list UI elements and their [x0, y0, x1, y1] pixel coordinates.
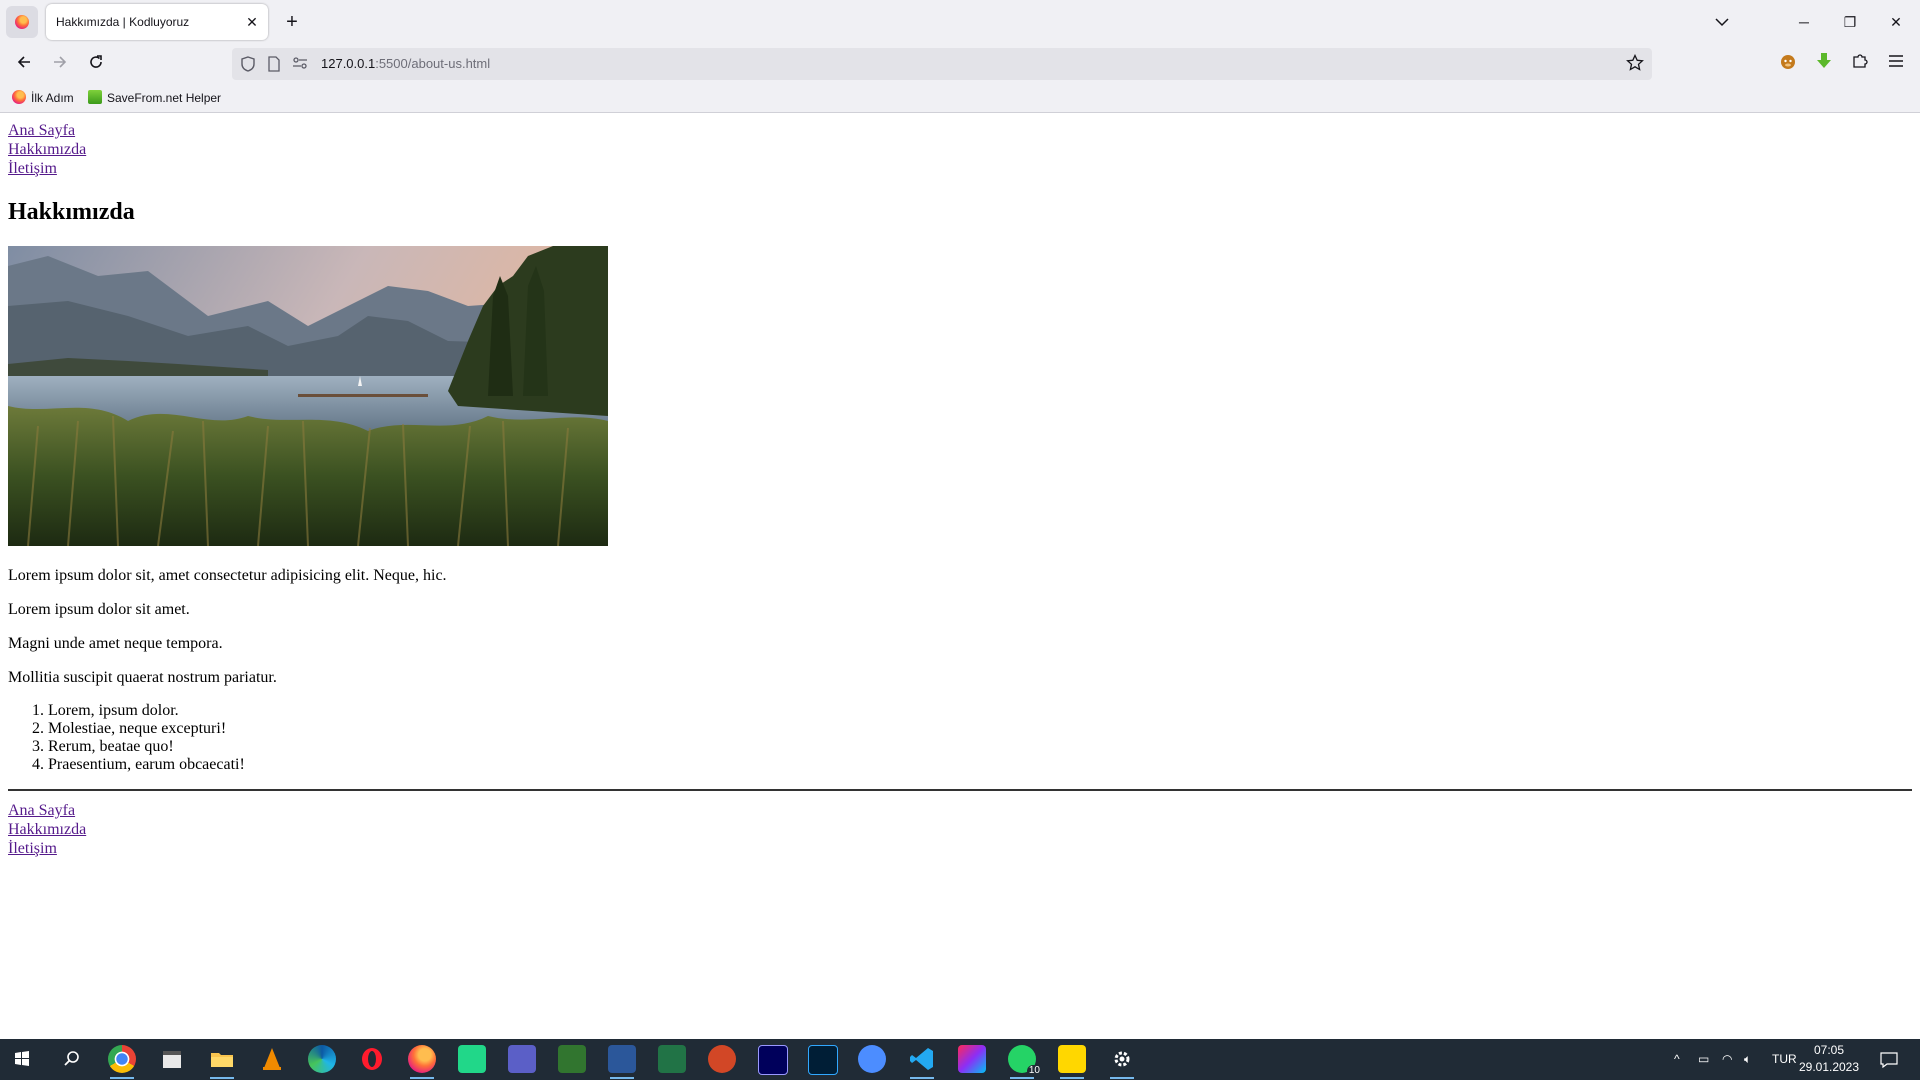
ordered-list: Lorem, ipsum dolor. Molestiae, neque exc… [8, 702, 245, 774]
taskbar-clock[interactable]: 07:05 29.01.2023 [1794, 1042, 1864, 1076]
url-host: 127.0.0.1 [321, 56, 376, 71]
paragraph-2: Lorem ipsum dolor sit amet. [8, 601, 190, 618]
powerpoint-icon[interactable] [708, 1045, 736, 1073]
intellij-icon[interactable] [958, 1045, 986, 1073]
whatsapp-icon[interactable]: 10 [1008, 1045, 1042, 1079]
notifications-icon[interactable] [1880, 1039, 1898, 1080]
settings-gear-icon[interactable] [1108, 1045, 1136, 1079]
extensions-puzzle-icon[interactable] [1848, 52, 1872, 76]
premiere-icon[interactable] [758, 1045, 788, 1075]
paragraph-4: Mollitia suscipit quaerat nostrum pariat… [8, 669, 277, 686]
pycharm-icon[interactable] [458, 1045, 486, 1073]
list-item: Molestiae, neque excepturi! [48, 720, 245, 738]
minimize-button[interactable]: ─ [1784, 6, 1824, 38]
bookmark-label: İlk Adım [31, 91, 74, 105]
notification-badge: 10 [1026, 1065, 1042, 1077]
clock-time: 07:05 [1813, 1043, 1845, 1057]
clock-date: 29.01.2023 [1798, 1060, 1860, 1074]
firefox-view-button[interactable] [6, 6, 38, 38]
url-text[interactable]: 127.0.0.1:5500/about-us.html [321, 48, 490, 80]
firefox-icon[interactable] [408, 1045, 436, 1079]
windows-taskbar: 10 ^ ▭ ◠ 🔈︎ TUR 07:05 29.01.2023 [0, 1039, 1920, 1080]
paragraph-1: Lorem ipsum dolor sit, amet consectetur … [8, 567, 447, 584]
back-button[interactable] [10, 50, 38, 78]
reload-button[interactable] [82, 50, 110, 78]
extension-monkey-icon[interactable] [1776, 52, 1800, 76]
search-icon[interactable] [58, 1045, 86, 1073]
volume-icon[interactable]: 🔈︎ [1744, 1039, 1751, 1080]
permissions-icon[interactable] [292, 56, 308, 72]
hamburger-menu-icon[interactable] [1884, 52, 1908, 76]
teams-icon[interactable] [508, 1045, 536, 1073]
close-window-button[interactable]: ✕ [1876, 6, 1916, 38]
lake-landscape-image [8, 246, 608, 546]
shield-icon[interactable] [240, 56, 256, 72]
paragraph-3: Magni unde amet neque tempora. [8, 635, 223, 652]
bookmarks-toolbar: İlk Adım SaveFrom.net Helper [0, 84, 1920, 113]
forward-button[interactable] [46, 50, 74, 78]
word-icon[interactable] [608, 1045, 636, 1079]
chrome-icon[interactable] [108, 1045, 136, 1079]
bookmark-savefrom[interactable]: SaveFrom.net Helper [88, 90, 221, 106]
divider [8, 789, 1912, 791]
signal-icon[interactable] [858, 1045, 886, 1073]
vlc-icon[interactable] [258, 1045, 286, 1073]
page-viewport: Ana Sayfa Hakkımızda İletişim Hakkımızda [0, 113, 1920, 1039]
restore-button[interactable]: ❐ [1830, 6, 1870, 38]
new-tab-button[interactable]: + [280, 10, 304, 34]
tray-chevron-up-icon[interactable]: ^ [1674, 1039, 1680, 1080]
reload-icon [90, 55, 102, 68]
bookmark-label: SaveFrom.net Helper [107, 91, 222, 105]
url-path: :5500/about-us.html [375, 56, 491, 71]
firefox-icon [15, 15, 29, 29]
photoshop-icon[interactable] [808, 1045, 838, 1075]
battery-icon[interactable]: ▭ [1698, 1039, 1709, 1080]
savefrom-download-icon[interactable] [1812, 52, 1836, 76]
savefrom-icon [88, 90, 102, 104]
opera-icon[interactable] [358, 1045, 386, 1073]
address-bar[interactable]: 127.0.0.1:5500/about-us.html [232, 48, 1652, 80]
edge-icon[interactable] [308, 1045, 336, 1073]
project-icon[interactable] [558, 1045, 586, 1073]
bookmark-ilk-adim[interactable]: İlk Adım [12, 90, 74, 106]
nav-top-link-about[interactable]: Hakkımızda [8, 140, 86, 159]
vscode-icon[interactable] [908, 1045, 936, 1079]
tab-title: Hakkımızda | Kodluyoruz [56, 15, 190, 29]
bookmark-star-icon[interactable] [1626, 53, 1644, 77]
nav-bottom-link-contact[interactable]: İletişim [8, 839, 57, 858]
list-item: Lorem, ipsum dolor. [48, 702, 245, 720]
nav-top-link-contact[interactable]: İletişim [8, 159, 57, 178]
wifi-icon[interactable]: ◠ [1722, 1039, 1732, 1080]
navigation-toolbar: 127.0.0.1:5500/about-us.html [0, 44, 1920, 84]
list-item: Praesentium, earum obcaecati! [48, 756, 245, 774]
language-indicator[interactable]: TUR [1772, 1039, 1797, 1080]
clapperboard-icon[interactable] [158, 1045, 186, 1073]
tab-strip: Hakkımızda | Kodluyoruz ✕ + ─ ❐ ✕ [0, 0, 1920, 44]
nav-bottom-link-about[interactable]: Hakkımızda [8, 820, 86, 839]
nav-top-link-home[interactable]: Ana Sayfa [8, 121, 75, 140]
nav-bottom-link-home[interactable]: Ana Sayfa [8, 801, 75, 820]
page-title: Hakkımızda [8, 199, 135, 225]
sticky-notes-icon[interactable] [1058, 1045, 1086, 1079]
file-explorer-icon[interactable] [208, 1045, 236, 1079]
list-all-tabs-button[interactable] [1702, 6, 1742, 38]
windows-start-icon[interactable] [8, 1045, 36, 1073]
browser-chrome: Hakkımızda | Kodluyoruz ✕ + ─ ❐ ✕ 127.0.… [0, 0, 1920, 113]
list-item: Rerum, beatae quo! [48, 738, 245, 756]
page-icon[interactable] [266, 56, 282, 72]
arrow-left-icon [17, 56, 30, 68]
close-tab-icon[interactable]: ✕ [242, 12, 262, 32]
excel-icon[interactable] [658, 1045, 686, 1073]
arrow-right-icon [54, 56, 67, 68]
firefox-icon [12, 90, 26, 104]
active-tab[interactable]: Hakkımızda | Kodluyoruz ✕ [46, 4, 268, 40]
chevron-down-icon [1715, 18, 1729, 27]
